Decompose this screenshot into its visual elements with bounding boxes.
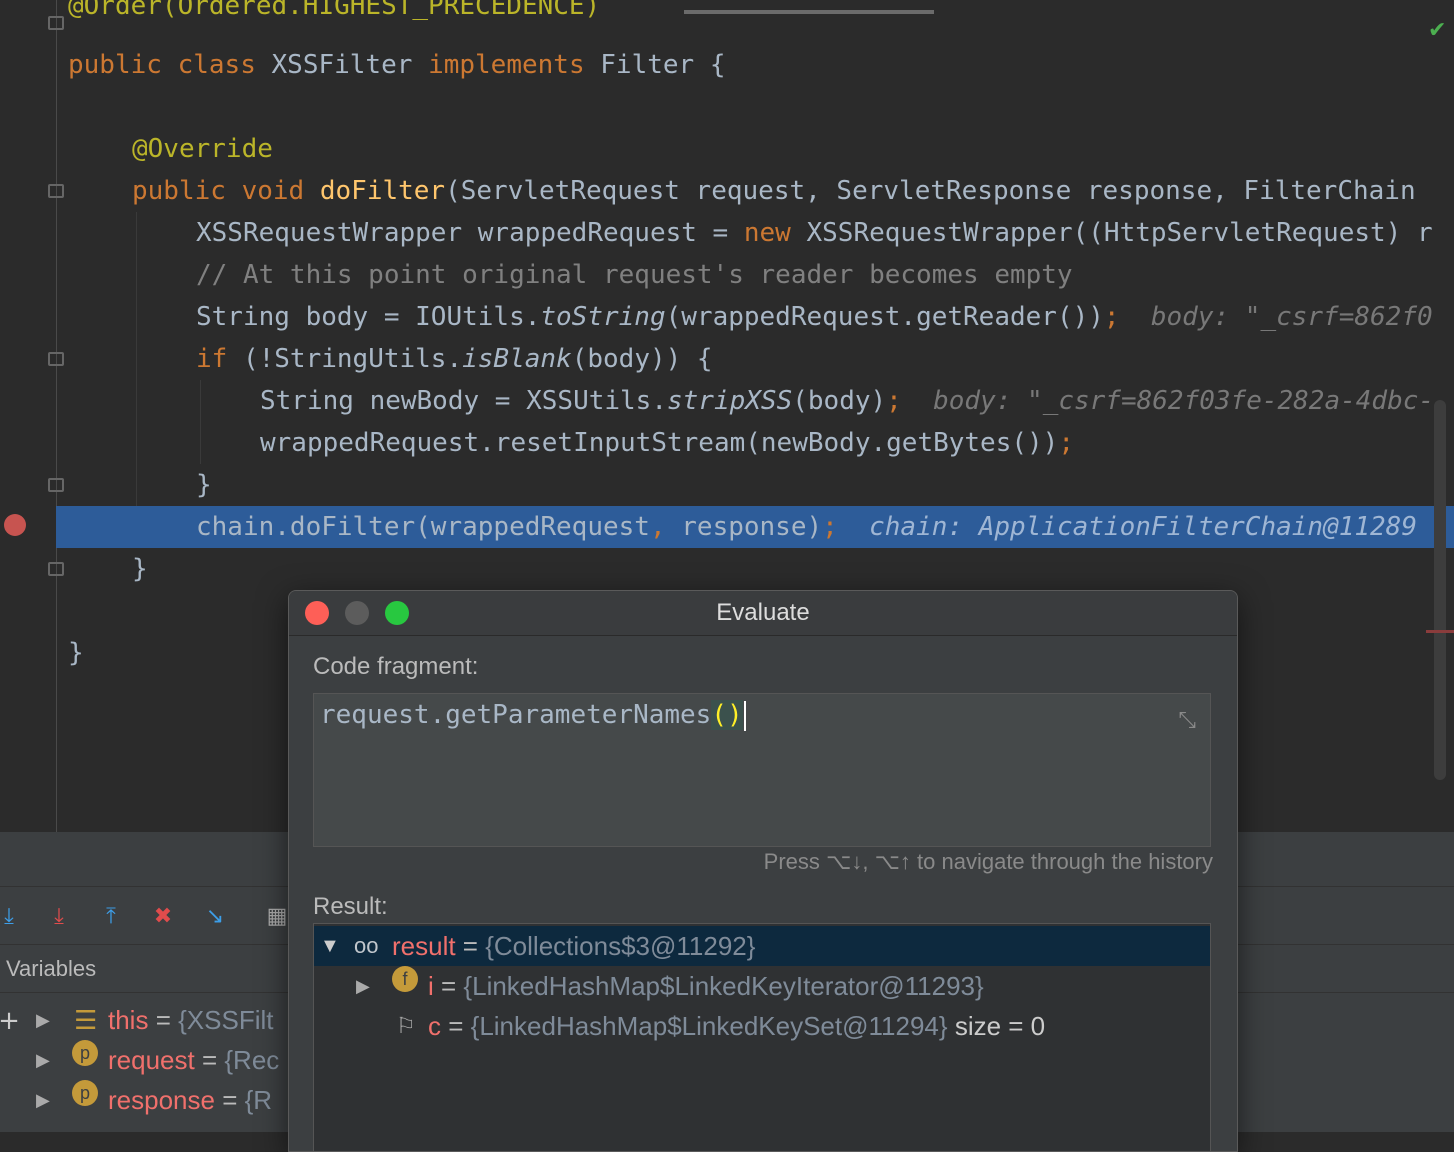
result-row[interactable]: ⚐ c = {LinkedHashMap$LinkedKeySet@11294}… [314, 1006, 1210, 1046]
inline-value-hint: chain: ApplicationFilterChain@11289 [869, 512, 1417, 542]
indent-guide [136, 212, 137, 542]
watch-glasses-icon: oo [354, 933, 379, 958]
flag-icon: ⚐ [396, 1013, 416, 1038]
inline-value-hint: body: "_csrf=862f03fe-282a-4dbc- [933, 386, 1435, 416]
evaluate-dialog: Evaluate Code fragment: request.getParam… [288, 590, 1238, 1152]
result-tree[interactable]: ▼ oo result = {Collections$3@11292} ▶ f … [313, 923, 1211, 1151]
code-line-reset: wrappedRequest.resetInputStream(newBody.… [260, 428, 1074, 458]
fields-icon: ☰ [74, 1005, 98, 1035]
inspection-ok-icon[interactable]: ✔ [1428, 18, 1446, 43]
result-row[interactable]: ▼ oo result = {Collections$3@11292} [314, 926, 1210, 966]
code-line-close-method: } [132, 554, 148, 584]
expand-icon[interactable]: ▶ [36, 1000, 50, 1040]
result-label: Result: [313, 893, 388, 920]
text-caret [743, 700, 746, 731]
code-fragment-input[interactable]: request.getParameterNames() ⤡ [313, 693, 1211, 847]
variables-title: Variables [6, 956, 97, 981]
code-line-chain: chain.doFilter(wrappedRequest, response)… [196, 512, 1417, 542]
collapse-arrow-icon[interactable]: ▼ [320, 926, 340, 966]
code-line-class: public class XSSFilter implements Filter… [68, 50, 726, 80]
fold-marker-icon[interactable] [48, 184, 64, 198]
drop-frame-icon[interactable]: ✖ [148, 902, 178, 932]
parameter-icon: p [72, 1040, 98, 1066]
editor-tab-indicator [684, 10, 934, 14]
dialog-titlebar[interactable]: Evaluate [289, 591, 1237, 636]
fold-marker-icon[interactable] [48, 562, 64, 576]
code-line-override: @Override [132, 134, 273, 164]
gutter-divider [56, 0, 57, 832]
expand-icon[interactable]: ▶ [356, 966, 370, 1006]
editor-scrollbar[interactable] [1434, 400, 1446, 780]
code-fragment-label: Code fragment: [313, 653, 479, 680]
code-line-close-class: } [68, 638, 84, 668]
force-step-into-icon[interactable]: ⤓ [44, 902, 74, 932]
dialog-title: Evaluate [716, 599, 810, 626]
indent-guide [200, 380, 201, 464]
inline-value-hint: body: "_csrf=862f0 [1150, 302, 1433, 332]
field-icon: f [392, 966, 418, 992]
code-line-body: String body = IOUtils.toString(wrappedRe… [196, 302, 1433, 332]
fold-marker-icon[interactable] [48, 16, 64, 30]
expand-icon[interactable]: ▶ [36, 1040, 50, 1080]
code-line-close-if: } [196, 470, 212, 500]
step-out-icon[interactable]: ⤒ [96, 902, 126, 932]
fold-marker-icon[interactable] [48, 478, 64, 492]
code-line-comment: // At this point original request's read… [196, 260, 1073, 290]
breakpoint-icon[interactable] [4, 514, 26, 536]
add-watch-icon[interactable]: + [0, 1006, 24, 1036]
error-stripe-marker[interactable] [1426, 630, 1454, 633]
code-line-newbody: String newBody = XSSUtils.stripXSS(body)… [260, 386, 1435, 416]
code-line-if: if (!StringUtils.isBlank(body)) { [196, 344, 713, 374]
step-into-icon[interactable]: ⤓ [0, 902, 24, 932]
collapse-icon[interactable]: ⤡ [1178, 708, 1196, 733]
history-hint: Press ⌥↓, ⌥↑ to navigate through the his… [763, 849, 1213, 874]
result-row[interactable]: ▶ f i = {LinkedHashMap$LinkedKeyIterator… [314, 966, 1210, 1006]
code-line-wrapper: XSSRequestWrapper wrappedRequest = new X… [196, 218, 1433, 248]
fold-marker-icon[interactable] [48, 352, 64, 366]
parameter-icon: p [72, 1080, 98, 1106]
run-to-cursor-icon[interactable]: ↘ [200, 902, 230, 932]
expand-icon[interactable]: ▶ [36, 1080, 50, 1120]
code-line-method-signature: public void doFilter(ServletRequest requ… [132, 176, 1416, 206]
code-line-annotation: @Order(Ordered.HIGHEST_PRECEDENCE) [68, 0, 601, 21]
